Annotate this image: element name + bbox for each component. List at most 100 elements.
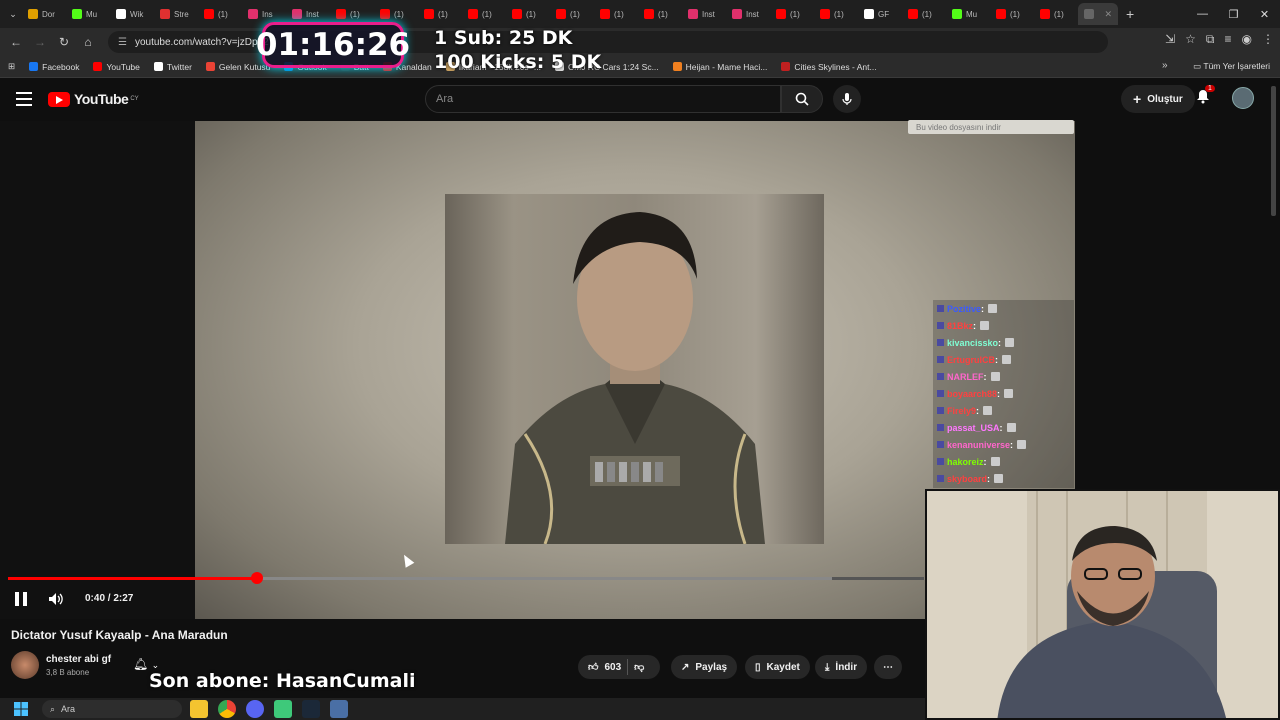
chat-line: skyboard : (933, 470, 1074, 487)
chat-username: ErtugrulCB (947, 354, 995, 365)
chat-username: passat_USA (947, 422, 1000, 433)
discord-icon[interactable] (246, 700, 264, 718)
all-bookmarks[interactable]: ▭ Tüm Yer İşaretleri (1193, 61, 1270, 72)
browser-tab[interactable]: (1) (418, 3, 462, 25)
minimize-icon[interactable]: — (1187, 8, 1218, 20)
home-icon[interactable]: ⌂ (76, 35, 100, 49)
chat-line: Pozitive : (933, 300, 1074, 317)
volume-button[interactable] (48, 592, 64, 611)
more-actions-button[interactable]: ⋯ (874, 655, 902, 679)
chrome-icon[interactable] (218, 700, 236, 718)
profile-icon[interactable]: ◉ (1242, 32, 1252, 47)
more-bookmarks-icon[interactable]: » (1162, 60, 1168, 71)
channel-avatar[interactable] (11, 651, 39, 679)
bookmark-item[interactable]: Facebook (29, 62, 79, 72)
browser-tab[interactable]: Stre (154, 3, 198, 25)
restore-icon[interactable]: ❐ (1218, 8, 1249, 21)
file-explorer-icon[interactable] (190, 700, 208, 718)
create-button[interactable]: + Oluştur (1121, 85, 1195, 113)
browser-tab[interactable]: Inst (726, 3, 770, 25)
share-button[interactable]: ↗ Paylaş (671, 655, 738, 679)
media-icon[interactable]: ≡ (1225, 32, 1232, 47)
tab-label: Mu (86, 9, 98, 19)
steam-icon[interactable] (302, 700, 320, 718)
browser-tab[interactable]: Mu (946, 3, 990, 25)
chat-emote-icon (980, 321, 990, 330)
progress-bar[interactable] (8, 572, 924, 584)
video-title: Dictator Yusuf Kayaalp - Ana Maradun (11, 628, 228, 642)
browser-tab[interactable]: Inst (682, 3, 726, 25)
more-menu-icon[interactable]: ⋮ (1262, 32, 1274, 47)
channel-name[interactable]: chester abi gf (46, 654, 111, 665)
browser-tab[interactable]: (1) (594, 3, 638, 25)
url-text: youtube.com/watch?v=jzDp82 (134, 36, 269, 48)
browser-tab-strip: ⌄ Dor Mu Wik Stre (1) Ins Inst (1) (1) (1) (1) (1) (… (0, 0, 1280, 28)
tab-favicon-icon (160, 9, 170, 19)
bookmark-star-icon[interactable]: ☆ (1185, 32, 1196, 47)
subscribe-bell-button[interactable]: 🔔︎ ⌄ (133, 657, 159, 671)
pause-icon-bar (23, 592, 27, 606)
hamburger-menu-icon[interactable] (16, 92, 32, 106)
bookmark-item[interactable]: YouTube (93, 62, 140, 72)
apps-icon[interactable]: ⊞ (8, 61, 15, 72)
search-button[interactable] (781, 85, 823, 113)
tab-favicon-icon (380, 9, 390, 19)
browser-tab[interactable]: (1) (550, 3, 594, 25)
voice-search-button[interactable] (833, 85, 861, 113)
browser-tab[interactable]: Mu (66, 3, 110, 25)
tab-label: (1) (570, 9, 580, 19)
like-button[interactable]: 👍︎ 603 (588, 661, 621, 674)
bookmark-item[interactable]: Gelen Kutusu (205, 62, 270, 72)
back-icon[interactable]: ← (4, 35, 28, 49)
close-tab-icon[interactable]: ✕ (1104, 9, 1112, 20)
install-icon[interactable]: ⇲ (1165, 32, 1175, 47)
browser-tab[interactable]: (1) (506, 3, 550, 25)
close-window-icon[interactable]: ✕ (1249, 8, 1280, 21)
account-avatar[interactable] (1232, 87, 1254, 109)
tab-active[interactable]: ✕ (1078, 3, 1118, 25)
browser-tab[interactable]: (1) (770, 3, 814, 25)
thumbs-down-icon[interactable]: 👎︎ (634, 661, 644, 673)
download-hint-banner[interactable]: Bu video dosyasını indir (908, 120, 1074, 134)
calculator-icon[interactable] (330, 700, 348, 718)
tab-list: Dor Mu Wik Stre (1) Ins Inst (1) (1) (1) (1) (1) (1)… (22, 3, 1078, 25)
toolbar-icons: ⇲ ☆ ⧉ ≡ ◉ ⋮ (1165, 32, 1274, 47)
extensions-icon[interactable]: ⧉ (1206, 32, 1215, 47)
browser-tab[interactable]: (1) (814, 3, 858, 25)
browser-tab[interactable]: (1) (462, 3, 506, 25)
bookmark-item[interactable]: Heijan - Mame Haci... (672, 62, 767, 72)
browser-tab[interactable]: Wik (110, 3, 154, 25)
chat-separator: : (981, 303, 985, 314)
chat-badge-icon (937, 458, 944, 465)
plus-icon: + (1133, 91, 1142, 107)
tab-label: (1) (790, 9, 800, 19)
search-input[interactable]: Ara (425, 85, 781, 113)
windows-start-button[interactable] (10, 698, 32, 720)
browser-tab[interactable]: (1) (1034, 3, 1078, 25)
bookmark-item[interactable]: Cities Skylines - Ant... (781, 62, 877, 72)
browser-tab[interactable]: GF (858, 3, 902, 25)
taskbar-search[interactable]: ⌕ Ara (42, 700, 182, 718)
download-button[interactable]: ⤓ İndir (815, 655, 868, 679)
browser-tab[interactable]: (1) (638, 3, 682, 25)
browser-tab[interactable]: (1) (990, 3, 1034, 25)
site-info-icon[interactable]: ☰ (118, 37, 127, 48)
pause-button[interactable] (14, 592, 28, 606)
browser-tab[interactable]: (1) (902, 3, 946, 25)
youtube-logo[interactable]: YouTube CY (48, 91, 139, 107)
browser-tab[interactable]: (1) (198, 3, 242, 25)
new-tab-button[interactable]: + (1118, 6, 1142, 22)
bookmark-item[interactable]: Twitter (153, 62, 192, 72)
save-button[interactable]: ▯ Kaydet (745, 655, 810, 679)
tab-label: Ins (262, 9, 273, 19)
time-display: 0:40 / 2:27 (85, 593, 134, 604)
browser-tab[interactable]: Dor (22, 3, 66, 25)
chat-emote-icon (1005, 338, 1015, 347)
reload-icon[interactable]: ↻ (52, 35, 76, 49)
app-icon[interactable] (274, 700, 292, 718)
chat-username: hakoreiz (947, 456, 984, 467)
notifications-button[interactable]: 1 (1196, 85, 1215, 109)
forward-icon[interactable]: → (28, 35, 52, 49)
page-scrollbar[interactable] (1271, 86, 1276, 216)
tab-search-icon[interactable]: ⌄ (4, 9, 22, 20)
